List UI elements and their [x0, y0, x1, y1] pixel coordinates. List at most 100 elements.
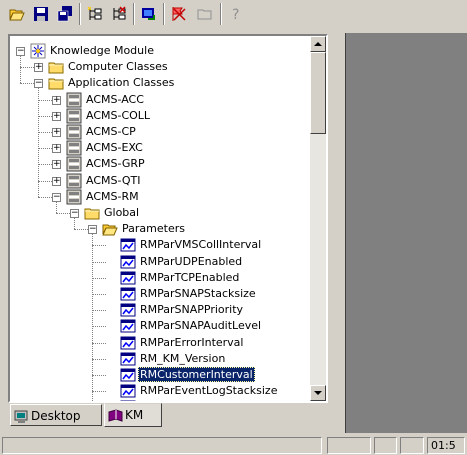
tree-connector [20, 56, 21, 84]
refresh-icon [142, 8, 155, 20]
tab-desktop[interactable]: Desktop [10, 404, 102, 426]
expand-icon[interactable]: + [34, 63, 43, 73]
tree-node-label: RMParEventLogStacksize [140, 384, 278, 398]
tab-label: KM [125, 408, 144, 422]
expand-icon[interactable]: + [52, 160, 61, 170]
tree-node[interactable]: RMParSNAPPriority [106, 302, 300, 318]
tree-node-label: ACMS-CP [86, 125, 136, 138]
tree-connector [92, 391, 106, 393]
collapse-icon[interactable]: − [52, 192, 61, 202]
help-icon: ? [232, 7, 239, 22]
tree-node-label: ACMS-RM [86, 189, 139, 203]
tree-node[interactable]: − Application Classes [34, 75, 300, 91]
tree-connector [92, 375, 106, 376]
tree-view[interactable]: − Knowledge Module + Computer Classes − Appli… [10, 36, 310, 401]
tree-node[interactable]: + ACMS-COLL [52, 108, 300, 124]
toolbar-separator [220, 3, 222, 25]
refresh-button[interactable] [138, 3, 161, 25]
delete-item-button[interactable] [108, 3, 131, 25]
tree-node-label: RMParSNAPStacksize [140, 287, 256, 300]
collapse-icon[interactable]: − [34, 79, 43, 89]
arrow-up-icon [314, 42, 322, 46]
vertical-scrollbar[interactable] [310, 36, 326, 401]
tree-view-frame: − Knowledge Module + Computer Classes − Appli… [8, 34, 328, 403]
collapse-icon[interactable]: − [16, 47, 25, 56]
tree-node-label: ACMS-ACC [86, 92, 144, 106]
tree-node[interactable]: − Global [70, 205, 300, 221]
tree-connector [92, 261, 106, 263]
tree-connector [38, 115, 52, 117]
save-all-button[interactable] [54, 3, 77, 25]
tree-node-label: RMParSNAPPriority [140, 303, 244, 317]
tree-node[interactable]: RMStsTcpConn... [106, 399, 300, 401]
tree-node[interactable]: RMParErrorInterval [106, 335, 300, 351]
tree-node[interactable]: RMParUDPEnabled [106, 254, 300, 270]
tree-connector [20, 83, 34, 85]
tree-node[interactable]: − Knowledge Module [16, 43, 300, 59]
expand-icon[interactable]: + [52, 128, 61, 137]
tree-node-label: ACMS-COLL [86, 108, 151, 122]
parameter-icon [120, 399, 136, 401]
arrow-down-icon [314, 391, 322, 395]
remove-button[interactable] [168, 3, 191, 25]
collapse-icon[interactable]: − [88, 225, 97, 235]
scroll-down-button[interactable] [310, 385, 326, 401]
status-bar: 01:5 [0, 434, 467, 455]
tree-node[interactable]: RMParSNAPAuditLevel [106, 318, 300, 334]
tree-node-label: RMParUDPEnabled [140, 254, 243, 268]
status-panel [374, 437, 397, 454]
tree-connector [92, 277, 106, 279]
pane-splitter[interactable] [333, 33, 345, 433]
expand-icon[interactable]: + [52, 176, 61, 186]
open-button[interactable] [6, 3, 29, 25]
tree-connector [74, 229, 88, 231]
help-button[interactable]: ? [225, 3, 248, 25]
tree-node-label-selected: RMCustomerInterval [138, 367, 255, 382]
tree-connector [92, 245, 106, 247]
collapse-icon[interactable]: − [70, 209, 79, 218]
tree-node-label: Knowledge Module [50, 44, 154, 57]
tree-node[interactable]: + ACMS-GRP [52, 156, 300, 172]
tree-node[interactable]: − ACMS-RM [52, 189, 300, 205]
tree-node-label: Computer Classes [68, 60, 168, 74]
expand-icon[interactable]: + [52, 95, 61, 105]
tree-connector [38, 164, 52, 166]
tree-node-label: RMParTCPEnabled [140, 270, 240, 284]
tree-node[interactable]: + Computer Classes [34, 59, 300, 75]
tree-node-label: Application Classes [68, 76, 175, 90]
tree-node[interactable]: + ACMS-CP [52, 124, 300, 140]
open-folder-icon [9, 9, 25, 21]
tree-node-label: RMParSNAPAuditLevel [140, 319, 262, 333]
tree-node[interactable]: RMParVMSCollInterval [106, 237, 300, 253]
tree-connector [38, 99, 52, 101]
tree-connector [92, 294, 106, 295]
tab-km[interactable]: KM [104, 403, 162, 427]
parameter-icon [120, 383, 136, 401]
toolbar: ? [0, 0, 467, 30]
scroll-up-button[interactable] [310, 36, 326, 52]
tree-node[interactable]: RMCustomerInterval [106, 367, 300, 383]
status-panel [400, 437, 424, 454]
toolbar-separator [163, 3, 165, 25]
status-position: 01:5 [427, 437, 465, 454]
tree-node[interactable]: + ACMS-QTI [52, 173, 300, 189]
view-tabs: Desktop KM [8, 403, 328, 428]
expand-icon[interactable]: + [52, 111, 61, 121]
tree-node[interactable]: RMParEventLogStacksize [106, 383, 300, 399]
remove-red-icon [172, 7, 186, 21]
tree-node[interactable]: + ACMS-ACC [52, 92, 300, 108]
tree-node[interactable]: RMParTCPEnabled [106, 270, 300, 286]
tree-connector [38, 132, 52, 133]
add-item-button[interactable] [84, 3, 107, 25]
svg-text:?: ? [232, 7, 239, 22]
tree-node[interactable]: − Parameters [88, 221, 300, 237]
toolbar-separator [133, 3, 135, 25]
expand-icon[interactable]: + [52, 144, 61, 154]
disabled-folder-button[interactable] [194, 3, 217, 25]
tree-node[interactable]: + ACMS-EXC [52, 140, 300, 156]
tree-node[interactable]: RM_KM_Version [106, 351, 300, 367]
save-button[interactable] [30, 3, 53, 25]
tree-node-label: Global [104, 206, 140, 219]
scroll-thumb[interactable] [310, 52, 326, 134]
tree-node[interactable]: RMParSNAPStacksize [106, 286, 300, 302]
